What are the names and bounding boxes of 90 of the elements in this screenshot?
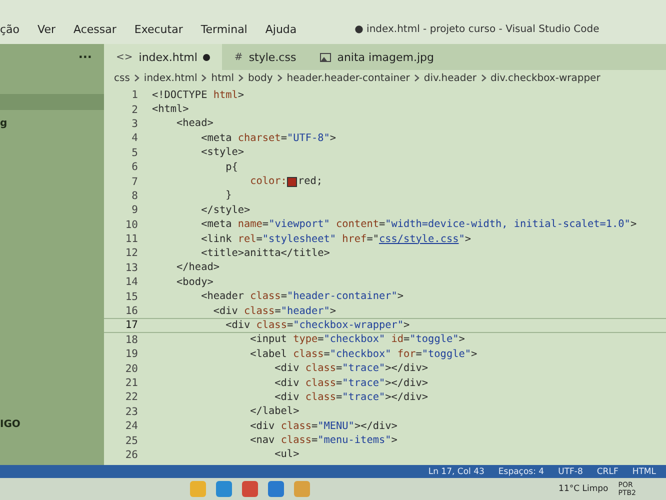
- line-number: 8: [130, 190, 139, 202]
- image-icon: [320, 52, 332, 62]
- code-line: <!DOCTYPE html>: [152, 90, 244, 101]
- code-line: <ul>: [274, 449, 300, 460]
- sidebar-item[interactable]: IGO: [0, 419, 104, 430]
- line-number: 18: [124, 334, 139, 346]
- chevron-icon: [201, 74, 208, 82]
- code-line: p{: [224, 162, 238, 173]
- app-icon[interactable]: [242, 481, 258, 497]
- line-number: 14: [124, 276, 139, 288]
- code-line: </style>: [200, 204, 250, 216]
- status-item[interactable]: HTML: [632, 466, 656, 476]
- breadcrumb-item[interactable]: header.header-container: [286, 72, 410, 84]
- file-type-icon: <>: [116, 52, 133, 62]
- sidebar-item[interactable]: g: [0, 118, 104, 129]
- weather-text: 11°C Limpo: [558, 484, 608, 494]
- app-icon[interactable]: [294, 481, 310, 497]
- app-icon[interactable]: [190, 481, 206, 497]
- code-line: <meta charset="UTF-8">: [200, 132, 336, 144]
- breadcrumb-item[interactable]: div.header: [424, 72, 477, 84]
- line-number: 3: [130, 118, 139, 130]
- code-line: <body>: [176, 276, 214, 288]
- app-icon[interactable]: [216, 481, 232, 497]
- chevron-icon: [480, 74, 487, 82]
- code-line: <link rel="stylesheet" href="css/style.css">: [200, 234, 471, 245]
- chevron-icon: [134, 74, 140, 82]
- line-number: 7: [130, 176, 139, 188]
- line-number: 10: [124, 218, 139, 231]
- line-number: 1: [130, 89, 139, 102]
- app-icon[interactable]: [268, 481, 284, 497]
- menu-item[interactable]: Terminal: [200, 22, 248, 36]
- menu-item[interactable]: Ajuda: [265, 22, 297, 36]
- line-number: 25: [124, 434, 139, 447]
- window-title: ● index.html - projeto curso - Visual Studio Code: [354, 24, 600, 34]
- menu-item[interactable]: Executar: [134, 22, 183, 36]
- line-number: 17: [124, 319, 139, 332]
- chevron-icon: [276, 74, 283, 82]
- line-number: 19: [124, 348, 139, 360]
- line-number: 12: [124, 247, 139, 260]
- code-line: <meta name="viewport" content="width=device-width, initial-scalet=1.0">: [200, 219, 637, 230]
- code-line: <input type="checkbox" id="toggle">: [249, 334, 465, 346]
- breadcrumb-item[interactable]: html: [211, 72, 234, 84]
- code-line: <header class="header-container">: [200, 291, 404, 302]
- breadcrumb-item[interactable]: css: [114, 72, 130, 84]
- code-line: <head>: [176, 118, 214, 130]
- line-number: 9: [130, 204, 139, 216]
- code-line: <html>: [152, 104, 189, 116]
- line-number: 23: [124, 406, 139, 418]
- code-line: color: red;: [249, 176, 322, 188]
- line-number: 2: [130, 104, 139, 116]
- file-type-icon: #: [234, 52, 243, 62]
- code-line: }: [224, 190, 232, 202]
- line-number: 22: [124, 391, 139, 404]
- code-line: </head>: [176, 262, 220, 274]
- code-line: <div class="trace"></div>: [274, 378, 428, 388]
- line-number: 16: [124, 305, 139, 318]
- line-number: 26: [124, 448, 139, 461]
- line-number: 4: [130, 132, 139, 144]
- status-item[interactable]: Ln 17, Col 43: [428, 466, 484, 476]
- line-number: 15: [124, 290, 139, 303]
- code-line: <label class="checkbox" for="toggle">: [249, 348, 478, 360]
- line-number: 20: [124, 362, 139, 375]
- more-actions[interactable]: ···: [78, 50, 92, 64]
- menu-item[interactable]: ção: [0, 22, 20, 36]
- code-line: <div class="trace"></div>: [274, 392, 428, 403]
- editor-tab[interactable]: <> index.html: [104, 44, 222, 70]
- chevron-icon: [238, 74, 244, 82]
- breadcrumb-item[interactable]: index.html: [144, 72, 198, 84]
- menu-item[interactable]: Ver: [38, 22, 56, 36]
- line-number: 11: [124, 233, 139, 246]
- breadcrumb-item[interactable]: body: [248, 72, 273, 84]
- code-line: <div class="header">: [212, 306, 336, 317]
- code-line: <nav class="menu-items">: [249, 435, 398, 446]
- code-line: <div class="checkbox-wrapper">: [224, 320, 410, 331]
- line-number: 6: [130, 161, 139, 174]
- code-line: <title>anitta</title>: [200, 248, 330, 259]
- status-item[interactable]: UTF-8: [558, 466, 583, 476]
- chevron-icon: [414, 74, 420, 82]
- line-number: 13: [124, 262, 139, 274]
- status-item[interactable]: CRLF: [596, 466, 618, 476]
- code-line: <div class="MENU"></div>: [249, 420, 398, 432]
- line-number: 5: [130, 146, 139, 159]
- line-number: 21: [124, 377, 139, 389]
- menu-item[interactable]: Acessar: [74, 22, 116, 36]
- code-line: </label>: [249, 406, 300, 418]
- status-item[interactable]: Espaços: 4: [498, 466, 544, 476]
- code-line: <style>: [200, 147, 244, 158]
- breadcrumb-item[interactable]: div.checkbox-wrapper: [490, 72, 600, 84]
- code-line: <div class="trace"></div>: [274, 363, 428, 374]
- line-number: 24: [124, 420, 139, 432]
